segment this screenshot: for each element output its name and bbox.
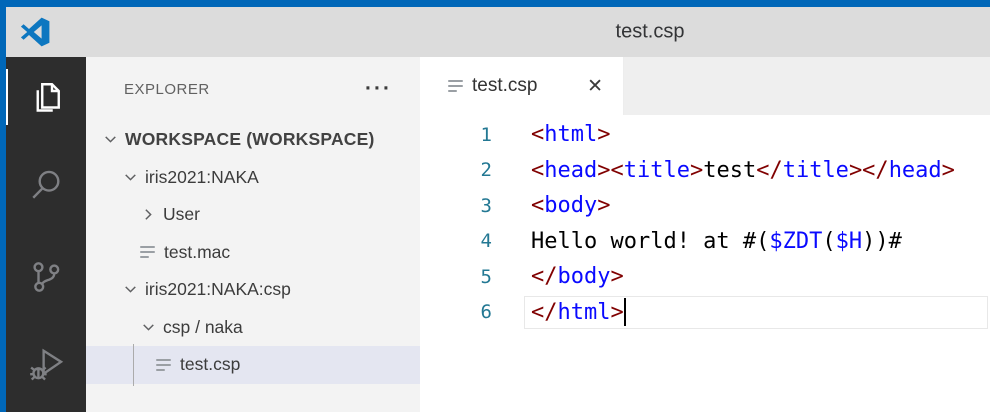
tree-item-label: test.csp xyxy=(180,354,241,375)
close-tab-button[interactable]: ✕ xyxy=(587,75,603,97)
chevron-down-icon xyxy=(102,131,119,148)
sidebar-header: EXPLORER ··· xyxy=(86,57,420,121)
explorer-sidebar: EXPLORER ··· WORKSPACE (WORKSPACE) iris20… xyxy=(86,57,420,412)
code-line-3[interactable]: 3 <body> xyxy=(420,188,990,224)
code-line-1[interactable]: 1 <html> xyxy=(420,117,990,153)
line-number: 2 xyxy=(480,159,492,182)
tree-item-label: WORKSPACE (WORKSPACE) xyxy=(125,129,375,150)
file-icon xyxy=(448,77,464,95)
debug-icon xyxy=(30,348,64,381)
line-content: <html> xyxy=(531,122,611,148)
activity-explorer-button[interactable] xyxy=(6,69,86,125)
vscode-logo-icon xyxy=(20,17,50,47)
files-icon xyxy=(36,83,60,112)
text-cursor xyxy=(623,298,627,327)
activity-bar xyxy=(6,57,86,412)
code-editor[interactable]: 1 <html> 2 <head><title>test</title></head>… xyxy=(420,115,990,412)
file-tree: WORKSPACE (WORKSPACE) iris2021:NAKA User te… xyxy=(86,121,420,386)
search-icon xyxy=(32,170,60,199)
tree-item-test-csp[interactable]: test.csp xyxy=(86,344,420,386)
tree-item-label: iris2021:NAKA xyxy=(145,166,259,187)
line-content: <head><title>test</title></head> xyxy=(531,157,955,183)
file-icon xyxy=(156,356,172,374)
tree-item-iris2021-naka-csp[interactable]: iris2021:NAKA:csp xyxy=(86,271,420,309)
line-content: </body> xyxy=(531,264,624,290)
tab-bar: test.csp ✕ xyxy=(420,57,990,115)
code-line-6[interactable]: 6 </html> xyxy=(420,295,990,331)
sidebar-title: EXPLORER xyxy=(124,80,210,98)
code-line-4[interactable]: 4 Hello world! at #($ZDT($H))# xyxy=(420,224,990,260)
indent-guide xyxy=(133,344,134,386)
editor-group: test.csp ✕ 1 <html> 2 <head><title>test</ti… xyxy=(420,57,990,412)
tree-item-iris2021-naka[interactable]: iris2021:NAKA xyxy=(86,159,420,197)
tree-item-user[interactable]: User xyxy=(86,196,420,234)
tree-item-label: csp / naka xyxy=(163,316,243,337)
tree-item-csp-naka[interactable]: csp / naka xyxy=(86,309,420,347)
activity-source-control-button[interactable] xyxy=(6,249,86,305)
line-content: </html> xyxy=(531,298,627,327)
line-number: 1 xyxy=(480,123,492,146)
chevron-down-icon xyxy=(122,169,139,186)
line-content: <body> xyxy=(531,193,611,219)
tree-item-label: test.mac xyxy=(164,241,231,262)
chevron-down-icon xyxy=(140,319,157,336)
source-control-icon xyxy=(33,262,60,292)
line-number: 4 xyxy=(480,230,492,253)
code-line-5[interactable]: 5 </body> xyxy=(420,259,990,295)
tree-item-label: User xyxy=(163,204,200,225)
line-number: 5 xyxy=(480,265,492,288)
tree-item-test-mac[interactable]: test.mac xyxy=(86,234,420,272)
tab-label: test.csp xyxy=(472,75,538,96)
vscode-window: test.csp EXPLORER ··· WORKSPACE (WORKSPA… xyxy=(0,0,990,412)
tree-item-label: iris2021:NAKA:csp xyxy=(145,279,291,300)
more-actions-button[interactable]: ··· xyxy=(365,78,392,99)
workbench: EXPLORER ··· WORKSPACE (WORKSPACE) iris20… xyxy=(6,57,990,412)
file-icon xyxy=(140,243,156,261)
tree-item-workspace-workspace-[interactable]: WORKSPACE (WORKSPACE) xyxy=(86,121,420,159)
window-title: test.csp xyxy=(615,20,685,43)
activity-search-button[interactable] xyxy=(6,157,86,213)
activity-run-debug-button[interactable] xyxy=(6,337,86,393)
title-bar: test.csp xyxy=(6,7,990,57)
code-line-2[interactable]: 2 <head><title>test</title></head> xyxy=(420,153,990,189)
active-view-indicator xyxy=(6,69,8,125)
line-number: 3 xyxy=(480,194,492,217)
chevron-down-icon xyxy=(122,281,139,298)
tab-test-csp[interactable]: test.csp ✕ xyxy=(420,57,624,115)
chevron-right-icon xyxy=(140,206,157,223)
line-number: 6 xyxy=(480,301,492,324)
line-content: Hello world! at #($ZDT($H))# xyxy=(531,228,902,254)
